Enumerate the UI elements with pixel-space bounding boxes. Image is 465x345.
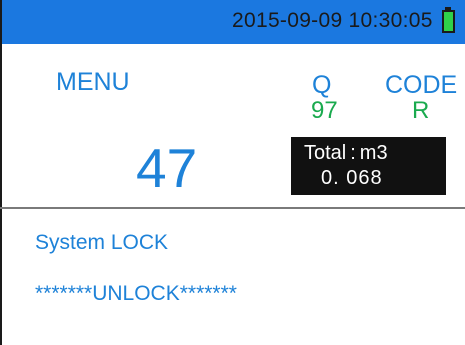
menu-button[interactable]: MENU <box>56 68 130 97</box>
total-value: 0. 068 <box>321 167 383 189</box>
total-panel: Total : m3 0. 068 <box>291 137 446 195</box>
main-reading: 47 <box>136 137 198 199</box>
total-label: Total : m3 <box>304 142 388 164</box>
code-label: CODE <box>385 71 458 99</box>
q-label: Q <box>312 71 332 99</box>
battery-full-icon <box>442 7 455 33</box>
battery-body <box>442 10 455 33</box>
unlock-prompt[interactable]: *******UNLOCK******* <box>35 282 237 306</box>
system-lock-status: System LOCK <box>35 231 169 254</box>
q-value: 97 <box>311 97 338 124</box>
left-edge <box>0 0 2 345</box>
status-bar: 2015-09-09 10:30:05 <box>2 0 465 44</box>
divider <box>0 207 465 209</box>
code-value: R <box>412 97 430 124</box>
datetime: 2015-09-09 10:30:05 <box>232 9 433 32</box>
